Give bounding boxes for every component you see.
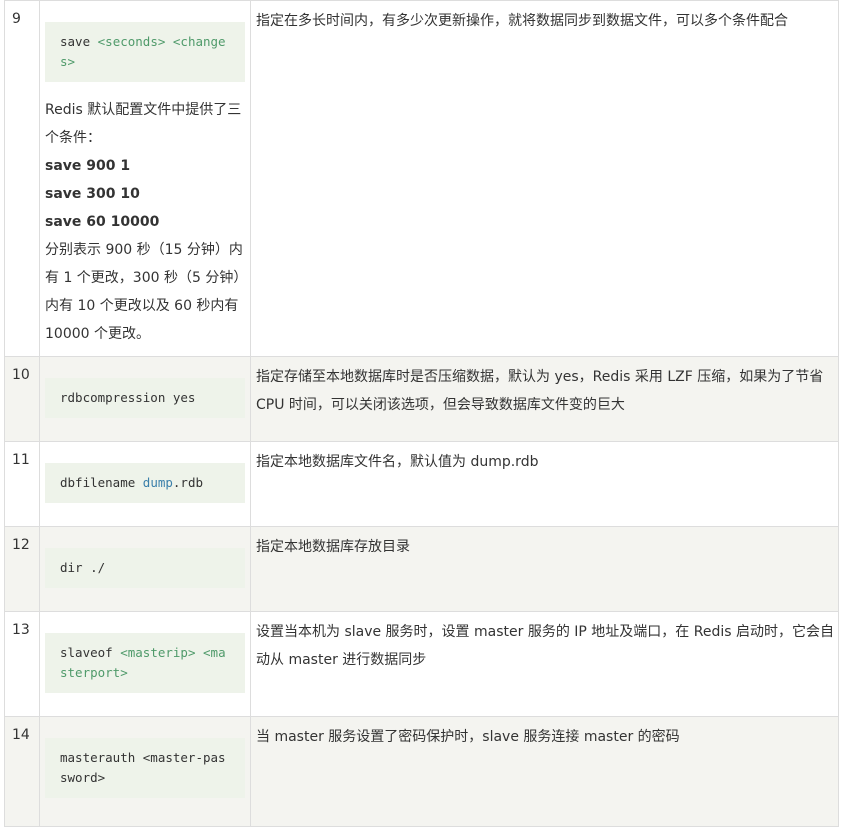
code-placeholder: <seconds>: [97, 34, 166, 49]
row-number: 14: [12, 727, 30, 743]
command-cell: save <seconds> <changes> Redis 默认配置文件中提供…: [39, 0, 251, 357]
code-keyword: slaveof: [60, 645, 113, 660]
description-text: 设置当本机为 slave 服务时，设置 master 服务的 IP 地址及端口，…: [256, 624, 834, 668]
code-block: masterauth <master-password>: [45, 738, 245, 798]
row-number-cell: 12: [4, 526, 40, 612]
command-cell: masterauth <master-password>: [39, 716, 251, 827]
note-save-rule: save 900 1: [45, 158, 131, 174]
description-cell: 设置当本机为 slave 服务时，设置 master 服务的 IP 地址及端口，…: [250, 611, 839, 717]
config-note: Redis 默认配置文件中提供了三个条件： save 900 1 save 30…: [45, 96, 245, 348]
code-block: rdbcompression yes: [45, 378, 245, 418]
row-number: 11: [12, 452, 30, 468]
note-save-rule: save 60 10000: [45, 214, 160, 230]
row-number: 13: [12, 622, 30, 638]
note-intro: Redis 默认配置文件中提供了三个条件：: [45, 102, 242, 146]
code-block: dbfilename dump.rdb: [45, 463, 245, 503]
table-row: 12 dir ./ 指定本地数据库存放目录: [4, 526, 839, 612]
row-number: 10: [12, 367, 30, 383]
row-number-cell: 13: [4, 611, 40, 717]
table-row: 13 slaveof <masterip> <masterport> 设置当本机…: [4, 611, 839, 717]
code-block: save <seconds> <changes>: [45, 22, 245, 82]
command-cell: slaveof <masterip> <masterport>: [39, 611, 251, 717]
row-number-cell: 9: [4, 0, 40, 357]
command-cell: rdbcompression yes: [39, 356, 251, 442]
code-keyword: dbfilename: [60, 475, 136, 490]
code-placeholder: <masterip>: [120, 645, 196, 660]
description-cell: 指定存储至本地数据库时是否压缩数据，默认为 yes，Redis 采用 LZF 压…: [250, 356, 839, 442]
note-outro: 分别表示 900 秒（15 分钟）内有 1 个更改，300 秒（5 分钟）内有 …: [45, 242, 243, 342]
description-text: 指定本地数据库存放目录: [256, 539, 410, 555]
row-number-cell: 11: [4, 441, 40, 527]
description-cell: 指定本地数据库存放目录: [250, 526, 839, 612]
code-text: dir ./: [60, 560, 106, 575]
table-row: 14 masterauth <master-password> 当 master…: [4, 716, 839, 827]
description-text: 指定存储至本地数据库时是否压缩数据，默认为 yes，Redis 采用 LZF 压…: [256, 369, 824, 413]
row-number: 9: [12, 11, 21, 27]
code-text: rdbcompression yes: [60, 390, 196, 405]
table-row: 11 dbfilename dump.rdb 指定本地数据库文件名，默认值为 d…: [4, 441, 839, 527]
row-number: 12: [12, 537, 30, 553]
code-extension: .rdb: [172, 475, 204, 490]
description-cell: 当 master 服务设置了密码保护时，slave 服务连接 master 的密…: [250, 716, 839, 827]
code-block: dir ./: [45, 548, 245, 588]
description-text: 指定在多长时间内，有多少次更新操作，就将数据同步到数据文件，可以多个条件配合: [256, 13, 788, 29]
description-text: 指定本地数据库文件名，默认值为 dump.rdb: [256, 454, 539, 470]
note-save-rule: save 300 10: [45, 186, 140, 202]
config-table: 9 save <seconds> <changes> Redis 默认配置文件中…: [4, 0, 839, 827]
description-cell: 指定本地数据库文件名，默认值为 dump.rdb: [250, 441, 839, 527]
command-cell: dbfilename dump.rdb: [39, 441, 251, 527]
command-cell: dir ./: [39, 526, 251, 612]
row-number-cell: 10: [4, 356, 40, 442]
table-row: 10 rdbcompression yes 指定存储至本地数据库时是否压缩数据，…: [4, 356, 839, 442]
description-cell: 指定在多长时间内，有多少次更新操作，就将数据同步到数据文件，可以多个条件配合: [250, 0, 839, 357]
description-text: 当 master 服务设置了密码保护时，slave 服务连接 master 的密…: [256, 729, 680, 745]
code-text: masterauth <master-password>: [60, 750, 226, 785]
table-row: 9 save <seconds> <changes> Redis 默认配置文件中…: [4, 0, 839, 357]
code-value: dump: [142, 475, 173, 490]
code-block: slaveof <masterip> <masterport>: [45, 633, 245, 693]
code-keyword: save: [60, 34, 91, 49]
row-number-cell: 14: [4, 716, 40, 827]
